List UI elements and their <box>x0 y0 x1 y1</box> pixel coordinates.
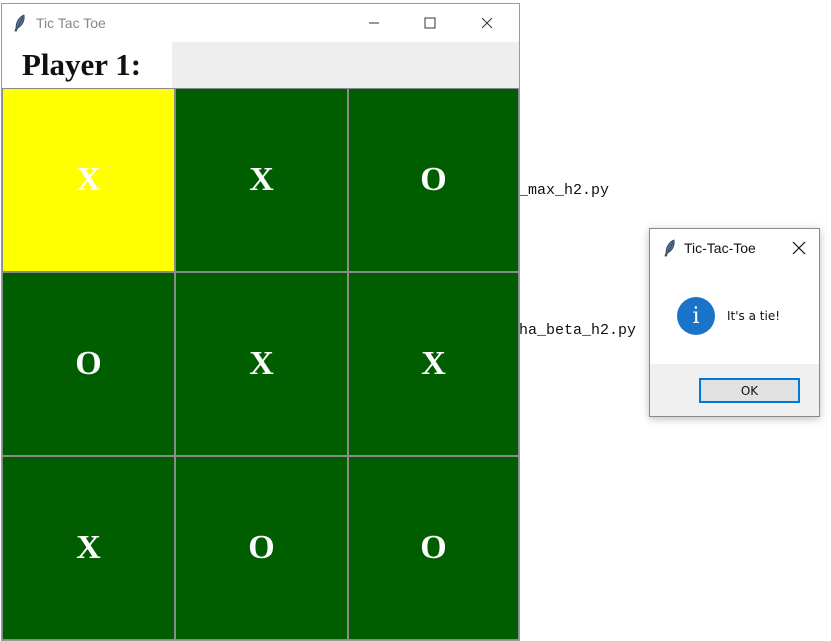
message-dialog: Tic-Tac-Toe i It's a tie! OK <box>649 228 820 417</box>
player-label: Player 1: <box>2 42 172 88</box>
board-cell-0-0[interactable]: X <box>2 88 175 272</box>
feather-icon <box>14 13 28 33</box>
dialog-footer: OK <box>650 364 819 416</box>
dialog-body: i It's a tie! <box>650 267 819 365</box>
board-cell-0-1[interactable]: X <box>175 88 348 272</box>
board-cell-2-2[interactable]: O <box>348 456 519 640</box>
player-value <box>172 42 519 88</box>
board-cell-1-2[interactable]: X <box>348 272 519 456</box>
board-cell-2-1[interactable]: O <box>175 456 348 640</box>
window-titlebar[interactable]: Tic Tac Toe <box>2 4 519 42</box>
close-icon[interactable] <box>464 4 510 42</box>
game-board: X X O O X X X O O <box>2 88 519 640</box>
dialog-titlebar[interactable]: Tic-Tac-Toe <box>650 229 819 267</box>
dialog-title: Tic-Tac-Toe <box>684 240 756 256</box>
feather-icon <box>664 239 676 257</box>
background-text-line: ha_beta_h2.py <box>519 322 637 339</box>
board-cell-2-0[interactable]: X <box>2 456 175 640</box>
maximize-icon[interactable] <box>407 4 453 42</box>
background-text-line: _max_h2.py <box>519 182 610 199</box>
window-title: Tic Tac Toe <box>36 15 106 31</box>
tic-tac-toe-window: Tic Tac Toe Player 1: X X O O X X X O O <box>1 3 520 641</box>
ok-button[interactable]: OK <box>699 378 800 403</box>
player-row: Player 1: <box>2 42 519 88</box>
board-cell-1-0[interactable]: O <box>2 272 175 456</box>
information-icon: i <box>677 297 715 335</box>
dialog-message: It's a tie! <box>727 309 781 323</box>
minimize-icon[interactable] <box>351 4 397 42</box>
board-cell-1-1[interactable]: X <box>175 272 348 456</box>
board-cell-0-2[interactable]: O <box>348 88 519 272</box>
close-icon[interactable] <box>779 229 819 267</box>
